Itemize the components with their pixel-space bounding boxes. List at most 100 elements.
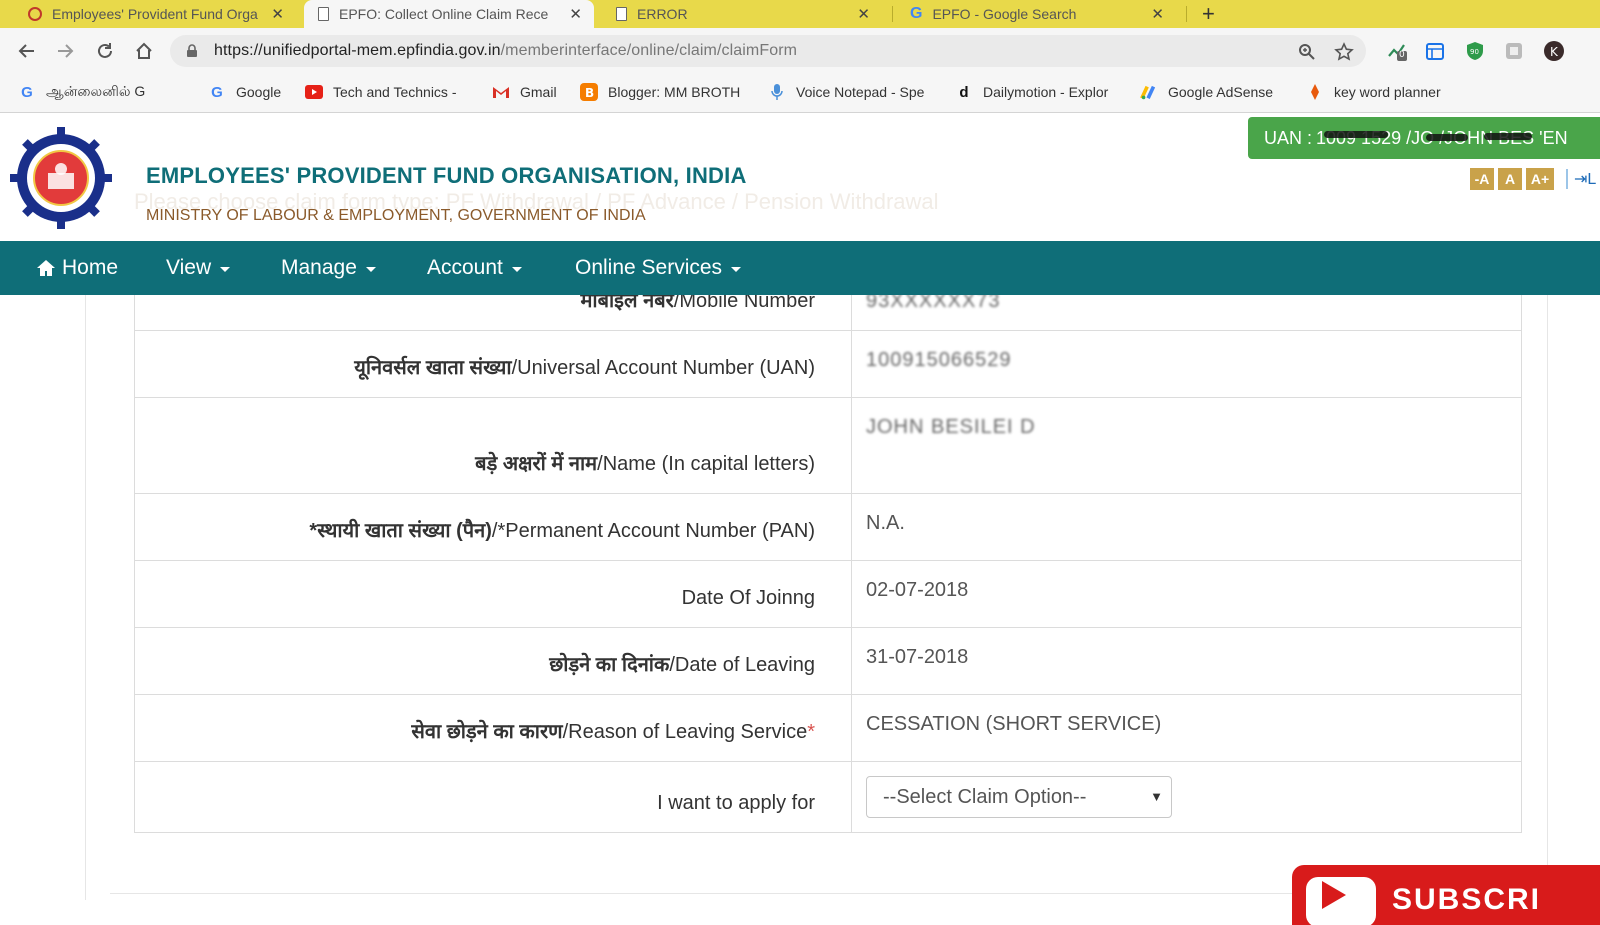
claim-option-selected: --Select Claim Option-- — [883, 786, 1087, 808]
document-icon — [318, 7, 329, 21]
value-uan: 100915066529 — [851, 330, 1522, 398]
redaction-scribble — [1324, 131, 1388, 138]
nav-online-services[interactable]: Online Services — [575, 241, 742, 295]
claim-option-select[interactable]: --Select Claim Option-- ▼ — [866, 776, 1172, 818]
bookmark-google[interactable]: G Google — [208, 83, 281, 101]
value-date-of-leaving: 31-07-2018 — [851, 627, 1522, 695]
extension-badge-icon[interactable]: 0 — [1386, 40, 1408, 62]
bookmark-label: Blogger: MM BROTH — [608, 84, 741, 100]
tab-separator — [1186, 6, 1187, 22]
play-triangle-icon — [1322, 881, 1346, 909]
browser-tabstrip: Employees' Provident Fund Orga ✕ EPFO: C… — [0, 0, 1600, 28]
arrow-left-icon — [18, 44, 34, 58]
label-pan: *स्थायी खाता संख्या (पैन)/*Permanent Acc… — [134, 493, 852, 561]
uan-prefix: UAN : — [1264, 127, 1313, 148]
bookmark-tech-and-technics[interactable]: Tech and Technics - — [305, 83, 456, 101]
label-mobile-number: मोबाइल नंबर/Mobile Number — [134, 295, 852, 331]
bookmark-gmail[interactable]: Gmail — [492, 83, 557, 101]
address-bar[interactable]: https://unifiedportal-mem.epfindia.gov.i… — [170, 35, 1366, 67]
gmail-icon — [492, 83, 510, 101]
bookmark-label: Tech and Technics - — [333, 84, 457, 100]
row-reason-of-leaving: सेवा छोड़ने का कारण/Reason of Leaving Se… — [134, 694, 1522, 762]
forward-button[interactable] — [50, 36, 80, 66]
row-date-of-joining: Date Of Joinng 02-07-2018 — [134, 560, 1522, 628]
tab-title: Employees' Provident Fund Orga — [52, 6, 258, 22]
profile-avatar-icon[interactable]: K — [1543, 40, 1565, 62]
nav-online-services-label: Online Services — [575, 256, 723, 279]
tab-separator — [892, 6, 893, 22]
document-icon — [616, 7, 627, 21]
redaction-scribble — [1426, 134, 1468, 141]
dailymotion-icon: d — [959, 83, 969, 101]
bookmark-google-adsense[interactable]: Google AdSense — [1140, 83, 1273, 101]
nav-home[interactable]: Home — [36, 241, 118, 295]
nav-account[interactable]: Account — [427, 241, 522, 295]
font-size-controls: -A A A+ — [1470, 168, 1554, 190]
logout-link[interactable]: ⇥L — [1566, 169, 1596, 189]
tab-error[interactable]: ERROR ✕ — [602, 0, 882, 28]
bookmark-label: Dailymotion - Explor — [983, 84, 1109, 100]
label-apply-for: I want to apply for — [134, 761, 852, 833]
tab-epfo-home[interactable]: Employees' Provident Fund Orga ✕ — [14, 0, 296, 28]
microphone-icon — [768, 83, 786, 101]
nav-view[interactable]: View — [166, 241, 231, 295]
youtube-icon — [305, 83, 323, 101]
font-increase-button[interactable]: A+ — [1526, 168, 1554, 190]
row-uan: यूनिवर्सल खाता संख्या/Universal Account … — [134, 330, 1522, 398]
reload-button[interactable] — [90, 36, 120, 66]
close-icon[interactable]: ✕ — [857, 5, 870, 23]
caret-down-icon — [365, 266, 376, 272]
bookmark-label: Voice Notepad - Spe — [796, 84, 925, 100]
calendar-extension-icon[interactable] — [1424, 40, 1446, 62]
subscribe-text: SUBSCRI — [1392, 883, 1542, 916]
new-tab-button[interactable]: + — [1202, 1, 1215, 27]
value-date-of-joining: 02-07-2018 — [851, 560, 1522, 628]
font-normal-button[interactable]: A — [1498, 168, 1522, 190]
bookmark-tamil-google[interactable]: G ஆன்லைனில் G — [18, 83, 145, 102]
nav-manage[interactable]: Manage — [281, 241, 376, 295]
url-path: /memberinterface/online/claim/claimForm — [500, 42, 798, 59]
bookmark-voice-notepad[interactable]: Voice Notepad - Spe — [768, 83, 924, 101]
label-uan: यूनिवर्सल खाता संख्या/Universal Account … — [134, 330, 852, 398]
font-decrease-button[interactable]: -A — [1470, 168, 1494, 190]
dropdown-arrow-icon: ▼ — [1150, 789, 1163, 804]
tab-title: EPFO: Collect Online Claim Rece — [339, 6, 549, 22]
bookmark-dailymotion[interactable]: d Dailymotion - Explor — [955, 83, 1108, 101]
epfo-logo[interactable] — [10, 127, 112, 229]
row-pan: *स्थायी खाता संख्या (पैन)/*Permanent Acc… — [134, 493, 1522, 561]
google-icon: G — [211, 83, 223, 101]
tab-claim-form[interactable]: EPFO: Collect Online Claim Rece ✕ — [304, 0, 594, 28]
logout-label: L — [1587, 171, 1597, 188]
bookmark-keyword-planner[interactable]: key word planner — [1306, 83, 1441, 101]
row-name: बड़े अक्षरों में नाम/Name (In capital le… — [134, 397, 1522, 494]
puzzle-extension-icon[interactable] — [1503, 40, 1525, 62]
close-icon[interactable]: ✕ — [1151, 5, 1164, 23]
row-apply-for: I want to apply for --Select Claim Optio… — [134, 761, 1522, 833]
arrow-right-icon — [58, 44, 74, 58]
shield-extension-icon[interactable]: 90 — [1464, 40, 1486, 62]
site-header: Please choose claim form type: PF Withdr… — [0, 113, 1600, 241]
label-name: बड़े अक्षरों में नाम/Name (In capital le… — [134, 397, 852, 494]
uan-banner: UAN : 1009 1529 /JO /JOHN BES 'EN — [1248, 117, 1600, 159]
google-icon: G — [910, 5, 923, 22]
tab-title: EPFO - Google Search — [932, 6, 1077, 22]
required-asterisk: * — [807, 721, 815, 743]
close-icon[interactable]: ✕ — [271, 5, 284, 23]
apply-for-cell: --Select Claim Option-- ▼ — [851, 761, 1522, 833]
home-icon — [37, 260, 55, 276]
tab-google-search[interactable]: G EPFO - Google Search ✕ — [896, 0, 1176, 28]
row-date-of-leaving: छोड़ने का दिनांक/Date of Leaving 31-07-2… — [134, 627, 1522, 695]
svg-text:B: B — [585, 86, 594, 100]
tab-title: ERROR — [637, 6, 688, 22]
home-browser-button[interactable] — [129, 36, 159, 66]
value-mobile-number: 93XXXXXX73 — [851, 295, 1522, 331]
youtube-subscribe-overlay[interactable]: SUBSCRI — [1292, 865, 1600, 925]
nav-view-label: View — [166, 256, 212, 279]
bookmark-blogger[interactable]: B Blogger: MM BROTH — [580, 83, 740, 101]
bookmark-label: Gmail — [520, 84, 557, 100]
caret-down-icon — [220, 266, 231, 272]
browser-toolbar: https://unifiedportal-mem.epfindia.gov.i… — [0, 28, 1600, 74]
bookmark-label: ஆன்லைனில் G — [46, 83, 146, 99]
close-icon[interactable]: ✕ — [569, 5, 582, 23]
back-button[interactable] — [12, 36, 42, 66]
